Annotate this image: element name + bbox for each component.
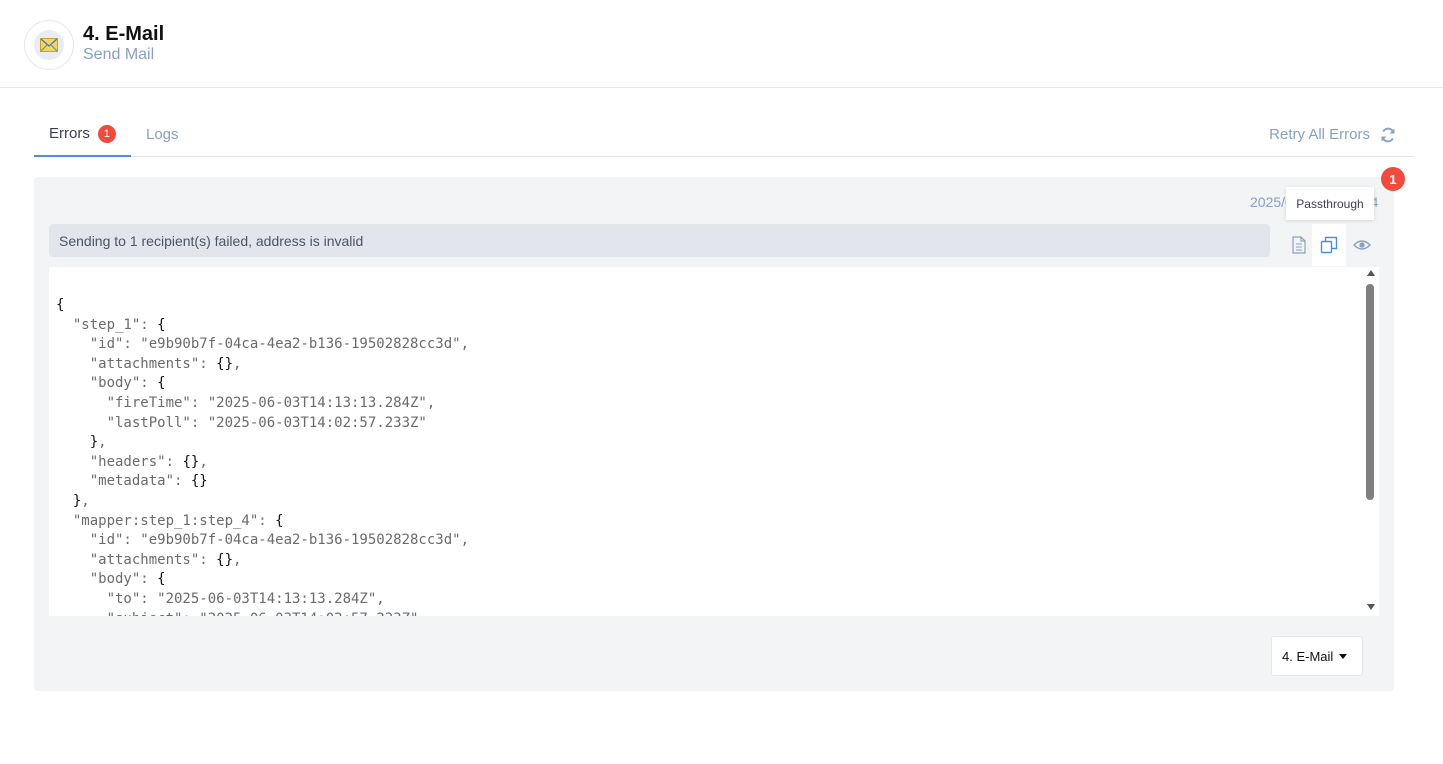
step-select-value: 4. E-Mail xyxy=(1282,648,1334,664)
tab-errors-label: Errors xyxy=(49,125,90,142)
payload-line: "id": "e9b90b7f-04ca-4ea2-b136-19502828c… xyxy=(56,336,470,353)
refresh-icon xyxy=(1381,127,1395,142)
payload-line: "body": { xyxy=(56,375,166,392)
payload-line: "lastPoll": "2025-06-03T14:02:57.233Z" xyxy=(56,414,427,431)
payload-line: "body": { xyxy=(56,571,166,588)
page-title: 4. E-Mail xyxy=(83,23,165,45)
payload-line: "fireTime": "2025-06-03T14:13:13.284Z", xyxy=(56,394,436,411)
page-header: 4. E-Mail Send Mail xyxy=(0,0,1443,88)
copy-icon[interactable] xyxy=(1312,224,1346,266)
eye-icon[interactable] xyxy=(1345,224,1379,266)
tab-logs-label: Logs xyxy=(146,126,179,143)
payload-scrollbar[interactable] xyxy=(1363,267,1379,616)
caret-down-icon xyxy=(1339,653,1348,659)
payload-line: "step_1": { xyxy=(56,316,166,333)
scroll-up-arrow[interactable] xyxy=(1367,270,1375,276)
payload-line: "metadata": {} xyxy=(56,473,208,490)
tab-bar: Errors 1 Logs Retry All Errors xyxy=(34,112,1414,157)
error-count-badge: 1 xyxy=(1381,167,1405,191)
payload-line: }, xyxy=(89,434,107,451)
tab-logs[interactable]: Logs xyxy=(146,112,179,157)
scroll-down-arrow[interactable] xyxy=(1367,604,1375,610)
step-select-dropdown[interactable]: 4. E-Mail xyxy=(1271,636,1363,676)
payload-line: { xyxy=(56,297,65,313)
email-icon xyxy=(34,30,64,60)
payload-code: { "step_1": { "id": "e9b90b7f-04ca-4ea2-… xyxy=(56,296,469,616)
payload-line: "mapper:step_1:step_4": { xyxy=(56,512,284,529)
payload-viewer[interactable]: { "step_1": { "id": "e9b90b7f-04ca-4ea2-… xyxy=(49,267,1379,616)
retry-all-errors-label: Retry All Errors xyxy=(1269,126,1370,143)
payload-line: "subject": "2025-06-03T14:02:57.233Z" xyxy=(56,610,469,617)
app-avatar xyxy=(24,20,74,70)
errors-count-badge: 1 xyxy=(97,124,116,143)
retry-all-errors-button[interactable]: Retry All Errors xyxy=(1269,112,1396,157)
payload-line: "attachments": {}, xyxy=(56,355,242,372)
document-icon[interactable] xyxy=(1282,224,1316,266)
page-subtitle: Send Mail xyxy=(83,46,155,63)
error-message: Sending to 1 recipient(s) failed, addres… xyxy=(49,224,1270,257)
payload-line: "headers": {}, xyxy=(56,453,208,470)
payload-line: "id": "e9b90b7f-04ca-4ea2-b136-19502828c… xyxy=(56,532,470,549)
passthrough-tooltip: Passthrough xyxy=(1286,187,1374,220)
tab-errors[interactable]: Errors 1 xyxy=(34,112,131,157)
payload-line: "attachments": {}, xyxy=(56,551,242,568)
scroll-thumb[interactable] xyxy=(1366,284,1374,500)
payload-line: }, xyxy=(72,492,90,509)
payload-line: "to": "2025-06-03T14:13:13.284Z", xyxy=(56,590,385,607)
